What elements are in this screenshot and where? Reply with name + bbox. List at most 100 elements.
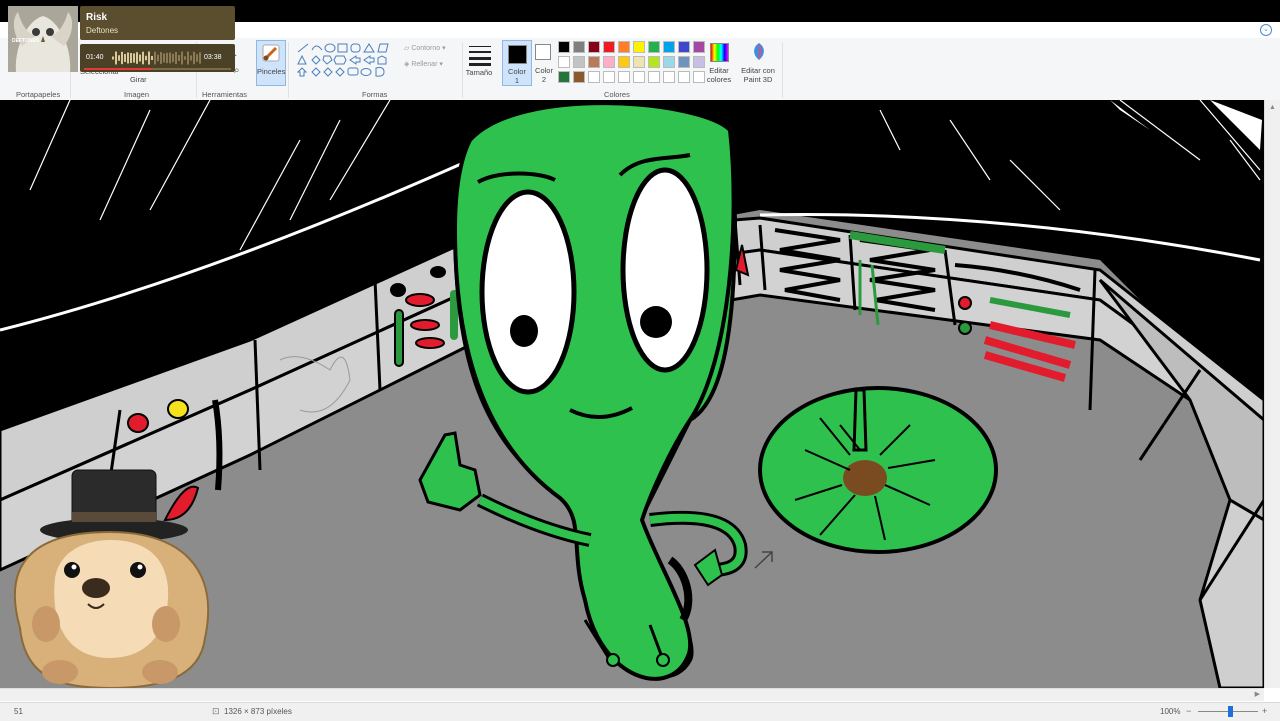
palette-swatch[interactable] — [573, 56, 585, 68]
palette-swatch[interactable] — [588, 41, 600, 53]
waveform-bar — [172, 53, 174, 63]
waveform-bar — [196, 54, 198, 62]
waveform-bar — [178, 55, 180, 61]
palette-swatch[interactable] — [633, 56, 645, 68]
palette-swatch[interactable] — [648, 71, 660, 83]
image-dimensions: 1326 × 873 píxeles — [224, 707, 292, 716]
group-label-colors: Colores — [604, 90, 630, 99]
color2-swatch — [535, 44, 551, 60]
zoom-in-icon[interactable]: + — [1262, 706, 1267, 716]
progress-track — [84, 68, 231, 70]
brush-icon — [262, 44, 280, 62]
waveform-bar — [187, 51, 189, 65]
scroll-right-icon[interactable]: ▶ — [1255, 690, 1260, 698]
palette-swatch[interactable] — [603, 71, 615, 83]
track-info: Risk Deftones — [80, 6, 235, 40]
track-title: Risk — [86, 12, 108, 23]
palette-swatch[interactable] — [588, 56, 600, 68]
palette-swatch[interactable] — [603, 56, 615, 68]
palette-swatch[interactable] — [648, 56, 660, 68]
waveform-bar — [166, 52, 168, 64]
size-label[interactable]: Tamaño — [464, 68, 494, 77]
palette-swatch[interactable] — [588, 71, 600, 83]
waveform-bar — [115, 51, 117, 65]
elapsed-time: 01:40 — [86, 54, 104, 61]
track-progress[interactable]: 01:40 03:38 — [80, 44, 235, 72]
waveform-bar — [169, 52, 171, 64]
palette-swatch[interactable] — [573, 71, 585, 83]
rotate-button-label[interactable]: Girar — [130, 75, 147, 84]
palette-swatch[interactable] — [558, 41, 570, 53]
palette-swatch[interactable] — [558, 56, 570, 68]
edit-colors-label: Editar colores — [706, 66, 732, 84]
album-art: DEFTONES — [8, 6, 78, 72]
waveform-bar — [133, 53, 135, 63]
waveform-bar — [127, 52, 129, 64]
palette-swatch[interactable] — [678, 71, 690, 83]
palette-swatch[interactable] — [678, 56, 690, 68]
track-artist: Deftones — [86, 26, 119, 35]
dimensions-icon: ⊡ — [212, 706, 220, 716]
color2-button[interactable]: Color 2 — [532, 40, 556, 84]
status-left-hint: 51 — [14, 707, 23, 716]
color1-swatch — [508, 45, 527, 64]
palette-swatch[interactable] — [663, 41, 675, 53]
zoom-slider-thumb[interactable] — [1228, 706, 1233, 717]
outline-dropdown[interactable]: ▱ Contorno ▾ — [404, 44, 446, 52]
waveform-bar — [199, 52, 201, 64]
horizontal-scrollbar[interactable]: ▶ — [0, 688, 1264, 701]
scroll-up-icon[interactable]: ▲ — [1269, 104, 1276, 111]
palette-swatch[interactable] — [618, 56, 630, 68]
waveform-bar — [148, 51, 150, 65]
palette-swatch[interactable] — [648, 41, 660, 53]
status-bar: 51 ⊡ 1326 × 873 píxeles 100% − + — [0, 702, 1280, 721]
palette-swatch[interactable] — [573, 41, 585, 53]
waveform-bar — [157, 54, 159, 62]
shapes-gallery[interactable] — [294, 42, 398, 84]
progress-fill — [84, 68, 152, 70]
size-icon[interactable] — [468, 44, 492, 66]
waveform-bar — [193, 51, 195, 65]
group-label-tools: Herramientas — [202, 90, 248, 99]
color-spectrum-icon — [710, 43, 729, 62]
waveform-bar — [151, 55, 153, 61]
waveform-bar — [184, 56, 186, 60]
vertical-scrollbar[interactable]: ▲ — [1264, 100, 1280, 688]
zoom-out-icon[interactable]: − — [1186, 706, 1191, 716]
paint3d-button[interactable]: Editar con Paint 3D — [740, 40, 776, 86]
paint3d-label: Editar con Paint 3D — [741, 66, 775, 84]
edit-colors-button[interactable]: Editar colores — [704, 40, 734, 86]
waveform-bar — [112, 56, 114, 60]
waveform-bar — [175, 51, 177, 65]
palette-swatch[interactable] — [558, 71, 570, 83]
palette-swatch[interactable] — [633, 41, 645, 53]
waveform-bar — [136, 52, 138, 64]
waveform-bar — [121, 51, 123, 65]
zoom-level: 100% — [1160, 707, 1181, 716]
brushes-label: Pinceles — [257, 67, 286, 76]
palette-swatch[interactable] — [663, 56, 675, 68]
waveform-bar — [181, 51, 183, 65]
palette-swatch[interactable] — [663, 71, 675, 83]
color1-label: Color 1 — [508, 67, 526, 85]
waveform-bar — [160, 52, 162, 64]
color1-button[interactable]: Color 1 — [502, 40, 532, 86]
waveform-bar — [142, 51, 144, 65]
chevron-down-icon[interactable]: ⌄ — [1260, 24, 1272, 36]
palette-swatch[interactable] — [618, 41, 630, 53]
zoom-slider[interactable] — [1198, 706, 1258, 717]
group-label-clipboard: Portapapeles — [16, 90, 61, 99]
palette-swatch[interactable] — [618, 71, 630, 83]
fill-dropdown[interactable]: ◈ Rellenar ▾ — [404, 60, 443, 68]
brushes-button[interactable]: Pinceles — [256, 40, 286, 86]
album-art-label: DEFTONES — [12, 38, 40, 44]
waveform-bar — [118, 55, 120, 61]
waveform-bar — [124, 54, 126, 62]
paint3d-icon — [754, 43, 764, 60]
palette-swatch[interactable] — [633, 71, 645, 83]
waveform-bar — [130, 53, 132, 63]
hedgehog-overlay-image — [14, 469, 210, 688]
palette-swatch[interactable] — [678, 41, 690, 53]
drawing-canvas[interactable] — [0, 100, 1264, 688]
palette-swatch[interactable] — [603, 41, 615, 53]
